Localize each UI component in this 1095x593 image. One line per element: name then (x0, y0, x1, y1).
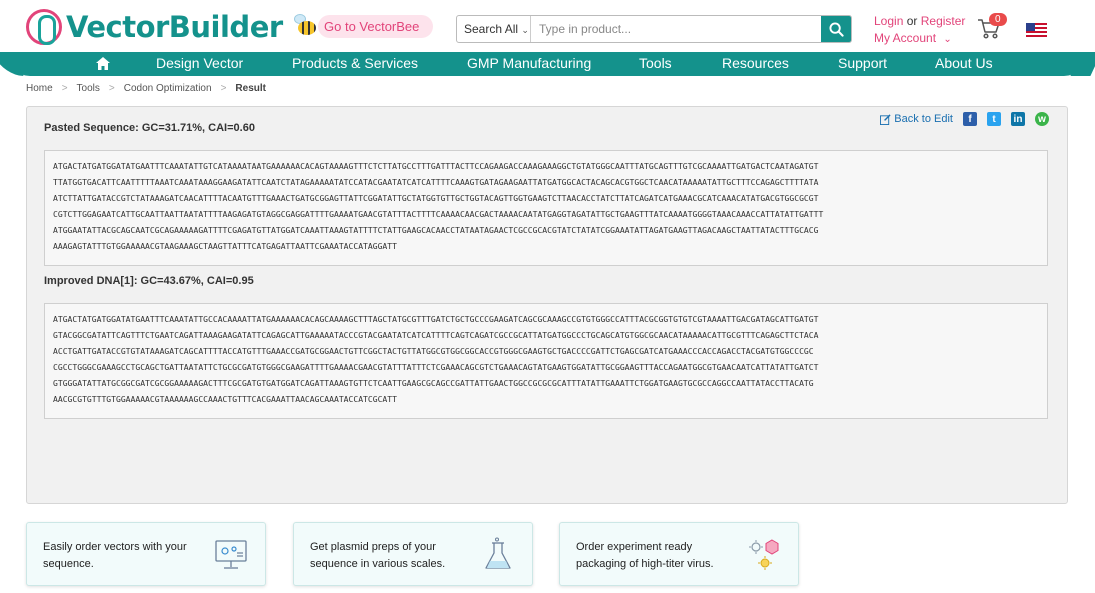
wechat-icon[interactable]: w (1035, 112, 1049, 126)
nav-gmp-manufacturing[interactable]: GMP Manufacturing (467, 55, 591, 71)
nav-tools[interactable]: Tools (639, 55, 672, 71)
search-scope-label: Search All (464, 22, 519, 36)
search-icon (828, 21, 844, 37)
nav-products-services[interactable]: Products & Services (292, 55, 418, 71)
main-nav: Design Vector Products & Services GMP Ma… (8, 52, 1086, 76)
search-input[interactable] (531, 16, 821, 42)
breadcrumb-separator: > (220, 83, 227, 94)
nav-about-us[interactable]: About Us (935, 55, 993, 71)
virus-packaging-card[interactable]: Order experiment ready packaging of high… (559, 522, 799, 586)
card-text: Order experiment ready packaging of high… (576, 541, 714, 570)
edit-icon (880, 113, 891, 125)
search-button[interactable] (821, 16, 851, 42)
breadcrumb-tools[interactable]: Tools (77, 83, 100, 94)
breadcrumb: Home > Tools > Codon Optimization > Resu… (26, 83, 266, 94)
breadcrumb-codon-optimization[interactable]: Codon Optimization (124, 83, 212, 94)
breadcrumb-current: Result (235, 83, 266, 94)
linkedin-icon[interactable]: in (1011, 112, 1025, 126)
twitter-icon[interactable]: t (987, 112, 1001, 126)
vectorbuilder-logo[interactable]: VectorBuilder (26, 9, 283, 45)
breadcrumb-separator: > (108, 83, 115, 94)
login-link[interactable]: Login (874, 14, 903, 28)
brand-name: VectorBuilder (66, 10, 283, 44)
card-text: Easily order vectors with your sequence. (43, 541, 187, 570)
nav-support[interactable]: Support (838, 55, 887, 71)
chevron-down-icon: ⌄ (943, 34, 952, 45)
bee-icon (292, 12, 320, 40)
search-bar: Search All ⌄ (456, 15, 852, 43)
cart-count-badge: 0 (989, 13, 1007, 26)
breadcrumb-home[interactable]: Home (26, 83, 53, 94)
register-link[interactable]: Register (921, 14, 966, 28)
logo-icon (26, 9, 62, 45)
flask-icon (485, 537, 511, 569)
vectorbee-label: Go to VectorBee (318, 14, 434, 38)
plasmid-preps-card[interactable]: Get plasmid preps of your sequence in va… (293, 522, 533, 586)
account-links: Login or Register My Account ⌄ (874, 13, 965, 48)
facebook-icon[interactable]: f (963, 112, 977, 126)
us-flag-icon[interactable] (1026, 23, 1047, 37)
virus-icon (749, 539, 779, 570)
chevron-down-icon: ⌄ (521, 25, 529, 35)
card-text: Get plasmid preps of your sequence in va… (310, 541, 446, 570)
my-account-label: My Account (874, 31, 937, 45)
result-panel: Pasted Sequence: GC=31.71%, CAI=0.60 Bac… (26, 106, 1068, 504)
pasted-sequence-box[interactable]: ATGACTATGATGGATATGAATTTCAAATATTGTCATAAAA… (44, 150, 1048, 266)
back-to-edit-label: Back to Edit (894, 113, 953, 125)
vectorbee-link[interactable]: Go to VectorBee (292, 12, 434, 40)
breadcrumb-separator: > (61, 83, 68, 94)
monitor-vector-icon (215, 540, 247, 569)
improved-sequence-box[interactable]: ATGACTATGATGGATATGAATTTCAAATATTGCCACAAAA… (44, 303, 1048, 419)
site-header: VectorBuilder Go to VectorBee Search All… (0, 0, 1095, 52)
share-toolbar: Back to Edit f t in w (880, 112, 1049, 126)
my-account-menu[interactable]: My Account ⌄ (874, 30, 965, 48)
back-to-edit-link[interactable]: Back to Edit (880, 113, 953, 125)
pasted-sequence-title: Pasted Sequence: GC=31.71%, CAI=0.60 (44, 122, 255, 134)
nav-resources[interactable]: Resources (722, 55, 789, 71)
home-icon[interactable] (96, 57, 110, 70)
or-text: or (906, 14, 918, 28)
nav-design-vector[interactable]: Design Vector (156, 55, 243, 71)
improved-dna-title: Improved DNA[1]: GC=43.67%, CAI=0.95 (44, 275, 254, 287)
order-vectors-card[interactable]: Easily order vectors with your sequence. (26, 522, 266, 586)
search-scope-select[interactable]: Search All ⌄ (457, 16, 531, 42)
